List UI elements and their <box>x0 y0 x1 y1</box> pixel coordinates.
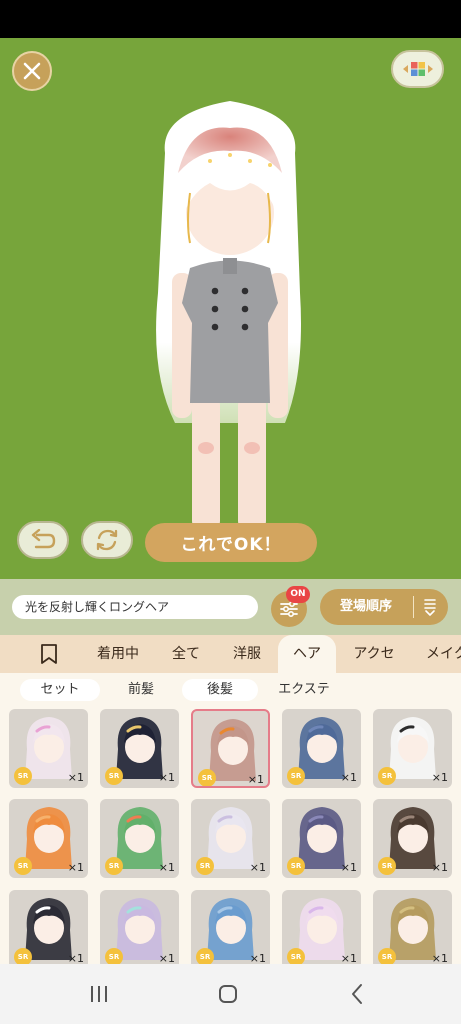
hair-subtabs: セット 前髪 後髪 エクステ <box>0 673 461 706</box>
category-tabs: 着用中 全て 洋服 ヘア アクセ メイク <box>0 635 461 673</box>
hair-item-card[interactable]: SR ×1 <box>191 890 270 964</box>
rarity-badge: SR <box>287 857 305 875</box>
rarity-badge: SR <box>196 948 214 964</box>
item-count: ×1 <box>158 952 175 964</box>
rarity-badge: SR <box>196 857 214 875</box>
subtab-back-hair[interactable]: 後髪 <box>182 679 258 701</box>
back-icon[interactable] <box>342 982 372 1006</box>
item-count: ×1 <box>67 771 84 784</box>
rarity-badge: SR <box>378 948 396 964</box>
hair-item-card[interactable]: SR ×1 <box>191 799 270 878</box>
hair-item-card[interactable]: SR ×1 <box>373 890 452 964</box>
item-count: ×1 <box>247 773 264 786</box>
rarity-badge: SR <box>198 769 216 786</box>
rarity-badge: SR <box>14 767 32 785</box>
item-count: ×1 <box>67 952 84 964</box>
reset-button[interactable] <box>81 521 133 559</box>
item-name-field: 光を反射し輝くロングヘア <box>12 595 258 619</box>
tab-all[interactable]: 全て <box>158 635 214 673</box>
refresh-icon <box>96 529 118 551</box>
tab-accessories[interactable]: アクセ <box>340 635 408 673</box>
rarity-badge: SR <box>287 948 305 964</box>
tab-hair[interactable]: ヘア <box>278 635 336 673</box>
hair-item-grid: SR ×1 SR ×1 SR ×1 SR ×1 SR ×1 SR ×1 SR ×1 SR ×1 SR ×1 SR ×1… <box>0 706 461 964</box>
hair-item-card[interactable]: SR ×1 <box>191 709 270 788</box>
avatar-preview <box>156 101 301 546</box>
sort-order-button[interactable]: 登場順序 <box>320 589 448 625</box>
close-icon <box>23 62 41 80</box>
hair-item-card[interactable]: SR ×1 <box>9 799 88 878</box>
rarity-badge: SR <box>105 857 123 875</box>
filter-on-badge: ON <box>286 586 310 603</box>
hair-item-card[interactable]: SR ×1 <box>100 890 179 964</box>
item-count: ×1 <box>340 861 357 874</box>
tab-makeup[interactable]: メイク <box>414 635 461 673</box>
rarity-badge: SR <box>105 948 123 964</box>
status-bar <box>0 0 461 38</box>
hair-item-card[interactable]: SR ×1 <box>282 799 361 878</box>
hair-item-card[interactable]: SR ×1 <box>282 890 361 964</box>
subtab-set[interactable]: セット <box>20 679 100 701</box>
item-count: ×1 <box>158 861 175 874</box>
sort-divider <box>413 596 414 618</box>
item-count: ×1 <box>67 861 84 874</box>
hair-item-card[interactable]: SR ×1 <box>373 799 452 878</box>
close-button[interactable] <box>12 51 52 91</box>
rarity-badge: SR <box>14 948 32 964</box>
hair-item-card[interactable]: SR ×1 <box>282 709 361 788</box>
undo-icon <box>31 529 56 549</box>
hair-item-card[interactable]: SR ×1 <box>100 799 179 878</box>
system-nav-bar <box>0 964 461 1024</box>
background-switch-button[interactable] <box>391 50 444 88</box>
undo-button[interactable] <box>17 521 69 559</box>
dressup-stage: これでOK！ <box>0 38 461 579</box>
item-count: ×1 <box>340 771 357 784</box>
rarity-badge: SR <box>378 857 396 875</box>
recent-apps-icon[interactable] <box>84 982 114 1006</box>
hair-item-card[interactable]: SR ×1 <box>9 709 88 788</box>
hair-item-card[interactable]: SR ×1 <box>373 709 452 788</box>
confirm-ok-button[interactable]: これでOK！ <box>145 523 317 562</box>
color-grid-icon <box>402 62 433 76</box>
tab-clothes[interactable]: 洋服 <box>220 635 274 673</box>
hair-item-card[interactable]: SR ×1 <box>9 890 88 964</box>
item-count: ×1 <box>249 861 266 874</box>
hair-item-card[interactable]: SR ×1 <box>100 709 179 788</box>
item-count: ×1 <box>431 771 448 784</box>
bookmark-icon[interactable] <box>36 643 62 665</box>
item-count: ×1 <box>431 861 448 874</box>
item-count: ×1 <box>340 952 357 964</box>
rarity-badge: SR <box>105 767 123 785</box>
item-count: ×1 <box>249 952 266 964</box>
home-icon[interactable] <box>213 982 243 1006</box>
subtab-front-hair[interactable]: 前髪 <box>104 679 178 701</box>
item-count: ×1 <box>158 771 175 784</box>
rarity-badge: SR <box>378 767 396 785</box>
sort-order-label: 登場順序 <box>339 599 392 614</box>
rarity-badge: SR <box>287 767 305 785</box>
sort-icon[interactable] <box>421 597 439 617</box>
tab-wearing[interactable]: 着用中 <box>84 635 152 673</box>
item-count: ×1 <box>431 952 448 964</box>
rarity-badge: SR <box>14 857 32 875</box>
subtab-extensions[interactable]: エクステ <box>262 679 346 701</box>
item-toolbar: 光を反射し輝くロングヘア ON 登場順序 <box>0 579 461 635</box>
